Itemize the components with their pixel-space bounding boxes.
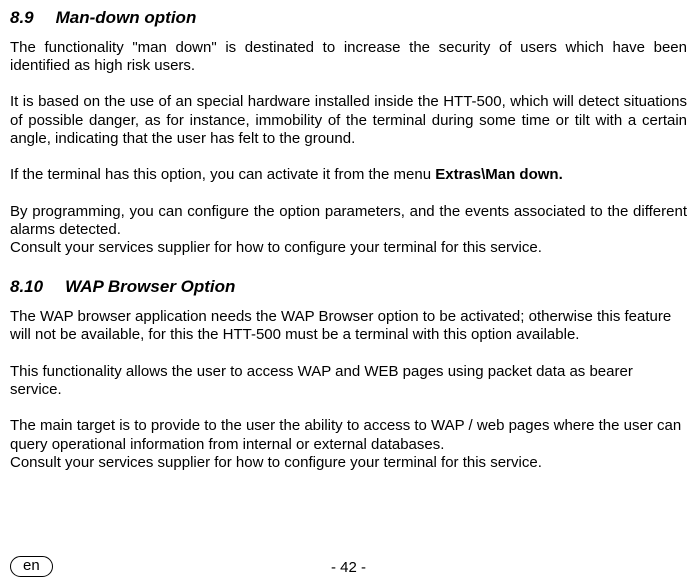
paragraph-text: If the terminal has this option, you can… bbox=[10, 166, 435, 183]
paragraph: This functionality allows the user to ac… bbox=[10, 363, 687, 400]
menu-path: Extras\Man down. bbox=[435, 166, 563, 183]
paragraph: Consult your services supplier for how t… bbox=[10, 454, 687, 472]
section-title: WAP Browser Option bbox=[65, 277, 235, 296]
paragraph: The main target is to provide to the use… bbox=[10, 417, 687, 454]
page-number: - 42 - bbox=[0, 559, 697, 577]
language-badge: en bbox=[10, 556, 53, 577]
paragraph: The WAP browser application needs the WA… bbox=[10, 308, 687, 345]
paragraph: Consult your services supplier for how t… bbox=[10, 239, 687, 257]
paragraph: By programming, you can configure the op… bbox=[10, 203, 687, 240]
section-number: 8.9 bbox=[10, 8, 34, 29]
section-heading-8-9: 8.9 Man-down option bbox=[10, 8, 687, 29]
section-title: Man-down option bbox=[56, 8, 197, 27]
paragraph: The functionality "man down" is destinat… bbox=[10, 39, 687, 76]
section-number: 8.10 bbox=[10, 277, 43, 298]
paragraph: It is based on the use of an special har… bbox=[10, 93, 687, 148]
section-heading-8-10: 8.10 WAP Browser Option bbox=[10, 277, 687, 298]
paragraph: If the terminal has this option, you can… bbox=[10, 166, 687, 184]
